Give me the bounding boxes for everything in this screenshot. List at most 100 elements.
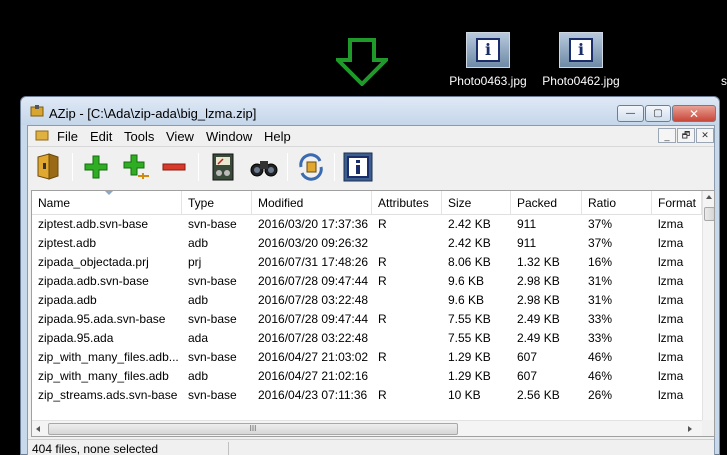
desktop: i Photo0463.jpg i Photo0462.jpg s AZip -… <box>0 0 727 455</box>
status-bar: 404 files, none selected <box>28 439 714 455</box>
table-row[interactable]: zip_with_many_files.adb adb 2016/04/27 21:… <box>32 367 702 386</box>
cell-attributes: R <box>378 274 387 288</box>
file-list[interactable]: Name Type Modified Attributes Size Packe… <box>31 190 715 437</box>
column-header-packed[interactable]: Packed <box>511 191 582 215</box>
table-row[interactable]: ziptest.adb.svn-base svn-base 2016/03/20 1… <box>32 215 702 234</box>
properties-button[interactable] <box>342 151 374 183</box>
minimize-button[interactable]: — <box>617 105 644 122</box>
menu-view[interactable]: View <box>166 129 194 144</box>
status-separator <box>228 442 229 455</box>
table-row[interactable]: zip_with_many_files.adb... svn-base 2016/0… <box>32 348 702 367</box>
cell-packed: 1.32 KB <box>517 255 560 269</box>
azip-window: AZip - [C:\Ada\zip-ada\big_lzma.zip] — ▢… <box>20 96 720 455</box>
cell-size: 7.55 KB <box>448 331 491 345</box>
vertical-scroll-thumb[interactable] <box>704 207 714 221</box>
cell-attributes: R <box>378 350 387 364</box>
mdi-restore-button[interactable]: 🗗 <box>677 128 695 143</box>
menu-help[interactable]: Help <box>264 129 291 144</box>
table-row[interactable]: ziptest.adb adb 2016/03/20 09:26:32 2.42 KB… <box>32 234 702 253</box>
delete-icon <box>162 163 186 171</box>
sort-indicator-icon <box>105 191 113 195</box>
recompress-button[interactable] <box>295 151 327 183</box>
scroll-left-icon[interactable] <box>36 426 40 432</box>
test-archive-button[interactable] <box>207 151 239 183</box>
close-icon: ✕ <box>701 130 709 140</box>
cell-format: lzma <box>658 388 684 402</box>
open-archive-button[interactable] <box>32 151 64 183</box>
cell-ratio: 16% <box>588 255 613 269</box>
column-header-ratio[interactable]: Ratio <box>582 191 652 215</box>
table-row[interactable]: zip_streams.ads.svn-base svn-base 2016/04/… <box>32 386 702 405</box>
column-header-type[interactable]: Type <box>182 191 252 215</box>
add-files-encrypted-button[interactable] <box>120 151 152 183</box>
delete-button[interactable] <box>158 151 190 183</box>
column-header-attributes[interactable]: Attributes <box>372 191 442 215</box>
cell-type: prj <box>188 255 202 269</box>
toolbar-separator <box>198 153 199 181</box>
mdi-minimize-button[interactable]: _ <box>658 128 676 143</box>
scroll-right-icon[interactable] <box>688 426 692 432</box>
minimize-icon: _ <box>664 130 670 141</box>
cell-modified: 2016/07/28 03:22:48 <box>258 331 369 345</box>
cell-ratio: 37% <box>588 236 613 250</box>
cell-ratio: 31% <box>588 274 613 288</box>
maximize-button[interactable]: ▢ <box>645 105 671 122</box>
column-header-size[interactable]: Size <box>442 191 511 215</box>
status-text: 404 files, none selected <box>32 442 159 455</box>
table-row[interactable]: zipada.95.ada.svn-base svn-base 2016/07/28… <box>32 310 702 329</box>
cell-type: adb <box>188 236 209 250</box>
desktop-file-photo0462[interactable]: i Photo0462.jpg <box>536 32 626 88</box>
cell-size: 9.6 KB <box>448 274 485 288</box>
cell-modified: 2016/07/28 09:47:44 <box>258 274 369 288</box>
cell-size: 2.42 KB <box>448 236 491 250</box>
client-area: File Edit Tools View Window Help _ 🗗 ✕ N… <box>27 125 715 455</box>
list-rows: ziptest.adb.svn-base svn-base 2016/03/20 1… <box>32 215 702 405</box>
cell-type: adb <box>188 293 209 307</box>
desktop-file-label: Photo0462.jpg <box>542 74 620 88</box>
scroll-up-icon[interactable] <box>706 195 712 199</box>
title-bar[interactable]: AZip - [C:\Ada\zip-ada\big_lzma.zip] — ▢… <box>21 97 719 125</box>
column-header-format[interactable]: Format <box>652 191 702 215</box>
horizontal-scrollbar[interactable]: III <box>32 420 702 436</box>
cell-packed: 911 <box>517 217 537 231</box>
cell-name: ziptest.adb <box>38 236 97 250</box>
add-files-button[interactable] <box>80 151 112 183</box>
cell-format: lzma <box>658 369 684 383</box>
toolbar-separator <box>334 153 335 181</box>
column-header-modified[interactable]: Modified <box>252 191 372 215</box>
image-info-icon: i <box>559 32 603 68</box>
menu-edit[interactable]: Edit <box>90 129 112 144</box>
desktop-file-photo0463[interactable]: i Photo0463.jpg <box>443 32 533 88</box>
cell-modified: 2016/07/31 17:48:26 <box>258 255 369 269</box>
desktop-partial-label: s <box>721 74 727 88</box>
desktop-file-label: Photo0463.jpg <box>449 74 527 88</box>
cell-size: 2.42 KB <box>448 217 491 231</box>
find-button[interactable] <box>248 151 280 183</box>
minimize-icon: — <box>625 108 636 119</box>
cell-size: 10 KB <box>448 388 481 402</box>
table-row[interactable]: zipada.95.ada ada 2016/07/28 03:22:48 7.55 … <box>32 329 702 348</box>
cell-type: svn-base <box>188 217 237 231</box>
vertical-scrollbar[interactable] <box>702 191 714 420</box>
image-info-icon: i <box>466 32 510 68</box>
cell-ratio: 31% <box>588 293 613 307</box>
menu-window[interactable]: Window <box>206 129 252 144</box>
cell-modified: 2016/03/20 17:37:36 <box>258 217 369 231</box>
mdi-close-button[interactable]: ✕ <box>696 128 714 143</box>
window-title: AZip - [C:\Ada\zip-ada\big_lzma.zip] <box>49 106 257 121</box>
table-row[interactable]: zipada.adb adb 2016/07/28 03:22:48 9.6 KB 2.… <box>32 291 702 310</box>
cell-type: svn-base <box>188 274 237 288</box>
menu-file[interactable]: File <box>57 129 78 144</box>
horizontal-scroll-thumb[interactable]: III <box>48 423 458 435</box>
cell-name: zipada.adb.svn-base <box>38 274 149 288</box>
cell-packed: 2.56 KB <box>517 388 560 402</box>
menu-tools[interactable]: Tools <box>124 129 154 144</box>
cell-format: lzma <box>658 312 684 326</box>
cell-packed: 607 <box>517 350 538 364</box>
close-button[interactable]: ✕ <box>672 105 716 122</box>
table-row[interactable]: zipada_objectada.prj prj 2016/07/31 17:48:… <box>32 253 702 272</box>
cell-modified: 2016/07/28 03:22:48 <box>258 293 369 307</box>
table-row[interactable]: zipada.adb.svn-base svn-base 2016/07/28 09… <box>32 272 702 291</box>
cell-attributes: R <box>378 255 387 269</box>
cell-modified: 2016/04/27 21:02:16 <box>258 369 369 383</box>
